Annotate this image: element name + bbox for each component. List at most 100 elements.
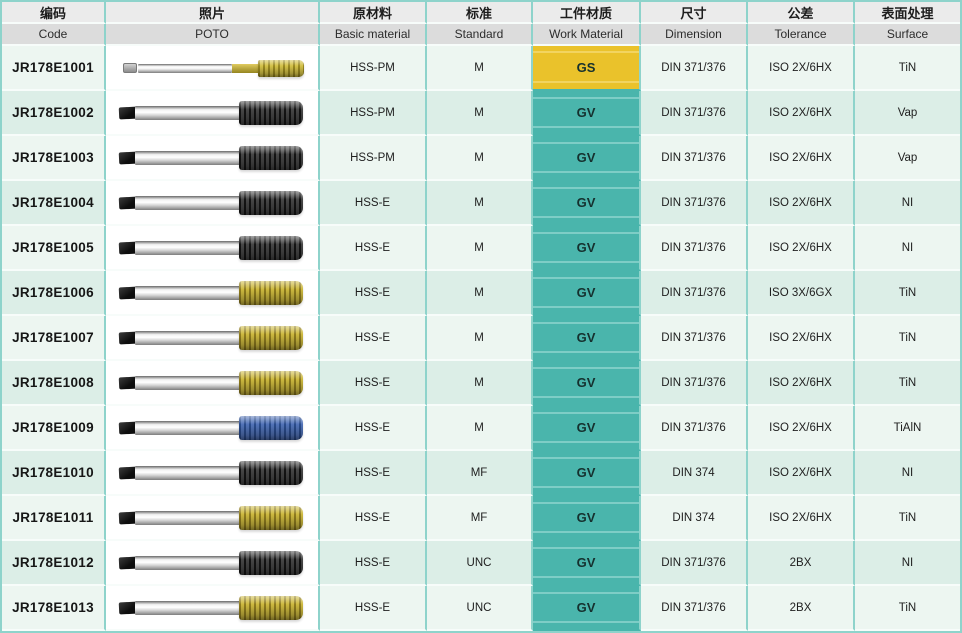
surface-cell: Vap — [855, 91, 960, 136]
product-photo — [114, 185, 310, 221]
tap-shank — [135, 331, 241, 345]
code-cell: JR178E1001 — [2, 46, 106, 91]
tolerance-cell: ISO 2X/6HX — [748, 46, 855, 91]
material-cell: HSS-E — [320, 496, 427, 541]
tap-shank — [138, 64, 232, 73]
table-row: JR178E1005 HSS-E M GV DIN 371/376 ISO 2X… — [2, 226, 960, 271]
tap-threaded-head — [239, 461, 303, 485]
table-body: JR178E1001 HSS-PM M GS DIN 371/376 ISO 2… — [2, 46, 960, 631]
product-photo — [114, 140, 310, 176]
material-cell: HSS-E — [320, 181, 427, 226]
surface-cell: TiAlN — [855, 406, 960, 451]
dimension-cell: DIN 371/376 — [641, 181, 748, 226]
surface-cell: TiN — [855, 271, 960, 316]
column-header-standard-en: Standard — [427, 24, 533, 46]
standard-cell: MF — [427, 496, 533, 541]
product-photo — [114, 95, 310, 131]
code-cell: JR178E1003 — [2, 136, 106, 181]
work-material-label: GV — [577, 465, 596, 480]
photo-cell — [106, 496, 320, 541]
tap-threaded-head — [239, 416, 303, 440]
table-row: JR178E1008 HSS-E M GV DIN 371/376 ISO 2X… — [2, 361, 960, 406]
column-header-work-en: Work Material — [533, 24, 641, 46]
table-row: JR178E1010 HSS-E MF GV DIN 374 ISO 2X/6H… — [2, 451, 960, 496]
dimension-cell: DIN 371/376 — [641, 46, 748, 91]
photo-cell — [106, 361, 320, 406]
standard-cell: UNC — [427, 586, 533, 631]
column-header-tolerance-en: Tolerance — [748, 24, 855, 46]
work-material-cell: GV — [533, 496, 641, 541]
work-material-cell: GV — [533, 451, 641, 496]
column-header-code-en: Code — [2, 24, 106, 46]
work-material-cell: GV — [533, 181, 641, 226]
table-row: JR178E1001 HSS-PM M GS DIN 371/376 ISO 2… — [2, 46, 960, 91]
tolerance-cell: ISO 2X/6HX — [748, 361, 855, 406]
standard-cell: UNC — [427, 541, 533, 586]
work-material-label: GV — [577, 105, 596, 120]
dimension-cell: DIN 371/376 — [641, 271, 748, 316]
tap-shank — [135, 601, 241, 615]
table-row: JR178E1007 HSS-E M GV DIN 371/376 ISO 2X… — [2, 316, 960, 361]
photo-cell — [106, 406, 320, 451]
tolerance-cell: ISO 2X/6HX — [748, 316, 855, 361]
product-catalog-table: 编码 照片 原材料 标准 工件材质 尺寸 公差 表面处理 Code POTO B… — [0, 0, 962, 633]
tolerance-cell: ISO 3X/6GX — [748, 271, 855, 316]
dimension-cell: DIN 371/376 — [641, 586, 748, 631]
work-material-label: GV — [577, 420, 596, 435]
tap-threaded-head — [239, 506, 303, 530]
code-cell: JR178E1002 — [2, 91, 106, 136]
material-cell: HSS-E — [320, 586, 427, 631]
material-cell: HSS-E — [320, 226, 427, 271]
work-material-label: GV — [577, 330, 596, 345]
work-material-label: GV — [577, 285, 596, 300]
product-photo — [114, 365, 310, 401]
work-material-label: GV — [577, 375, 596, 390]
tolerance-cell: 2BX — [748, 541, 855, 586]
table-row: JR178E1012 HSS-E UNC GV DIN 371/376 2BX … — [2, 541, 960, 586]
work-material-label: GV — [577, 555, 596, 570]
material-cell: HSS-PM — [320, 46, 427, 91]
tap-shank — [135, 376, 241, 390]
work-material-cell: GS — [533, 46, 641, 91]
tap-threaded-head — [239, 596, 303, 620]
column-header-dimension-en: Dimension — [641, 24, 748, 46]
product-photo — [114, 545, 310, 581]
table-row: JR178E1011 HSS-E MF GV DIN 374 ISO 2X/6H… — [2, 496, 960, 541]
tap-threaded-head — [239, 326, 303, 350]
product-photo — [114, 500, 310, 536]
code-cell: JR178E1012 — [2, 541, 106, 586]
work-material-label: GV — [577, 195, 596, 210]
material-cell: HSS-E — [320, 271, 427, 316]
standard-cell: M — [427, 361, 533, 406]
photo-cell — [106, 181, 320, 226]
work-material-label: GV — [577, 150, 596, 165]
standard-cell: M — [427, 406, 533, 451]
photo-cell — [106, 586, 320, 631]
product-photo — [114, 50, 310, 86]
tap-shank — [135, 151, 241, 165]
tap-shank — [135, 106, 241, 120]
work-material-cell: GV — [533, 226, 641, 271]
surface-cell: Vap — [855, 136, 960, 181]
code-cell: JR178E1010 — [2, 451, 106, 496]
material-cell: HSS-E — [320, 406, 427, 451]
tap-threaded-head — [239, 101, 303, 125]
tolerance-cell: ISO 2X/6HX — [748, 226, 855, 271]
code-cell: JR178E1004 — [2, 181, 106, 226]
column-header-dimension-cn: 尺寸 — [641, 2, 748, 24]
dimension-cell: DIN 374 — [641, 451, 748, 496]
standard-cell: M — [427, 316, 533, 361]
standard-cell: MF — [427, 451, 533, 496]
column-header-material-en: Basic material — [320, 24, 427, 46]
table-row: JR178E1004 HSS-E M GV DIN 371/376 ISO 2X… — [2, 181, 960, 226]
table-header-row-en: Code POTO Basic material Standard Work M… — [2, 24, 960, 46]
work-material-cell: GV — [533, 271, 641, 316]
tap-threaded-head — [239, 371, 303, 395]
product-photo — [114, 275, 310, 311]
standard-cell: M — [427, 181, 533, 226]
material-cell: HSS-E — [320, 316, 427, 361]
surface-cell: TiN — [855, 361, 960, 406]
code-cell: JR178E1005 — [2, 226, 106, 271]
column-header-code-cn: 编码 — [2, 2, 106, 24]
column-header-tolerance-cn: 公差 — [748, 2, 855, 24]
